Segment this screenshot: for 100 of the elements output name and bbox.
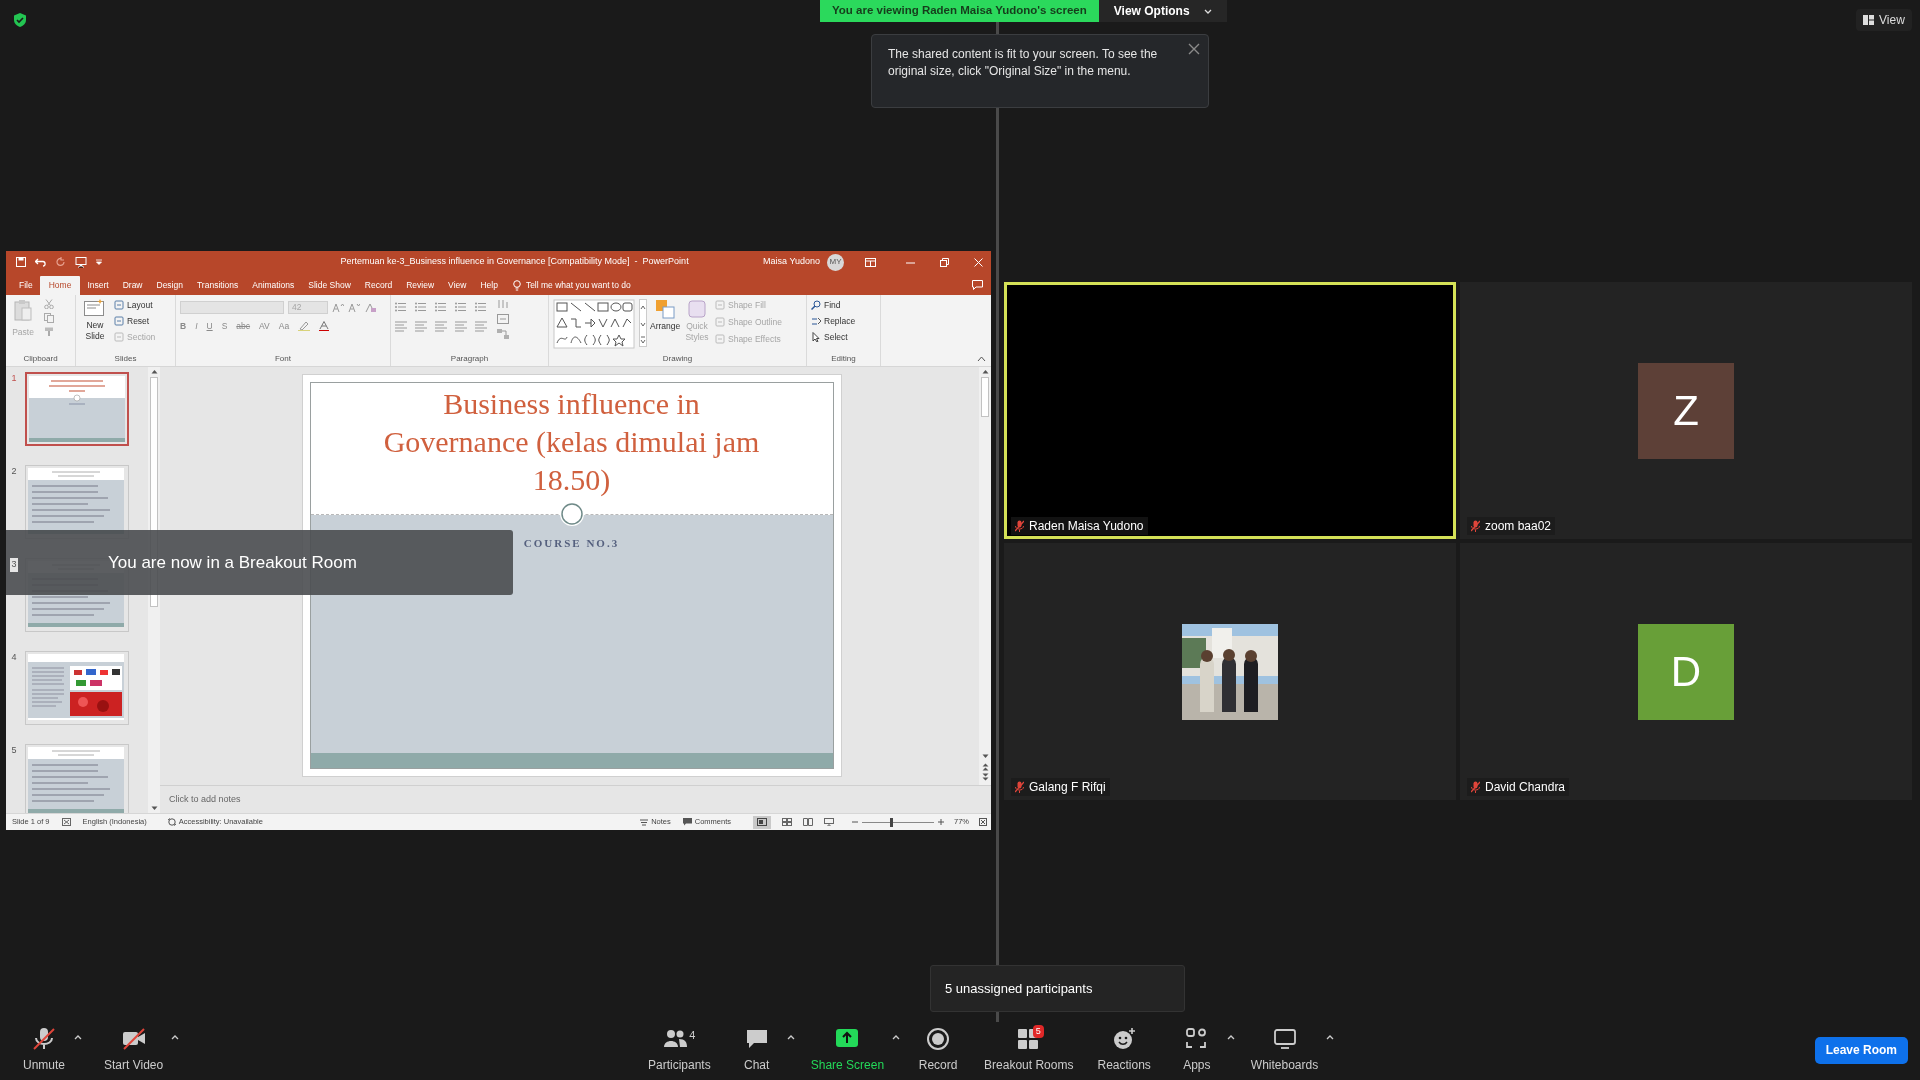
format-button[interactable]: I bbox=[195, 320, 198, 333]
caret-up-icon[interactable] bbox=[171, 1034, 180, 1040]
ribbon-display-icon[interactable] bbox=[865, 257, 876, 267]
format-button[interactable]: Aa bbox=[278, 320, 290, 333]
ribbon-tab[interactable]: Slide Show bbox=[301, 276, 358, 295]
ribbon-tab[interactable]: Transitions bbox=[189, 276, 246, 295]
close-icon[interactable] bbox=[1188, 43, 1200, 55]
slide-thumbnail[interactable] bbox=[25, 744, 129, 813]
participant-name: Raden Maisa Yudono bbox=[1029, 518, 1144, 535]
toolbar-button[interactable]: 5 Breakout Rooms bbox=[976, 1026, 1082, 1074]
quick-styles-icon bbox=[687, 299, 707, 319]
shrink-font-icon[interactable] bbox=[348, 302, 360, 313]
ribbon-button[interactable]: Reset bbox=[114, 314, 156, 328]
toolbar-button[interactable]: Start Video bbox=[96, 1026, 172, 1074]
presentation-icon[interactable] bbox=[75, 256, 87, 268]
list-icon[interactable] bbox=[455, 302, 467, 313]
fit-slide-icon[interactable] bbox=[979, 818, 987, 826]
toolbar-button[interactable]: Record bbox=[908, 1026, 969, 1074]
shape-format-icon bbox=[715, 300, 725, 311]
caret-up-icon[interactable] bbox=[74, 1034, 82, 1040]
ribbon-tab[interactable]: View bbox=[441, 276, 474, 295]
reading-view-icon[interactable] bbox=[803, 818, 813, 826]
grow-font-icon[interactable] bbox=[332, 302, 344, 313]
window-title: Pertemuan ke-3_Business influence in Governance [Compatibility Mode] - PowerPoint bbox=[339, 255, 690, 269]
toolbar-button[interactable]: 4 Participants bbox=[640, 1026, 719, 1074]
ribbon-button[interactable]: Layout bbox=[114, 299, 156, 312]
ribbon-group-label: Paragraph bbox=[449, 353, 490, 365]
ribbon-button[interactable]: Find bbox=[811, 299, 856, 312]
slide-title: Business influence in Governance (kelas dimulai jam 18.50) bbox=[382, 386, 761, 498]
caret-up-icon[interactable] bbox=[1226, 1034, 1235, 1040]
layout-icon bbox=[114, 316, 124, 327]
ribbon-button[interactable]: Select bbox=[811, 330, 856, 344]
toolbar-button[interactable]: Share Screen bbox=[802, 1026, 893, 1074]
ribbon-group-label: Clipboard bbox=[22, 353, 59, 365]
new-slide-button[interactable]: New Slide bbox=[80, 299, 110, 342]
slide-thumbnail[interactable] bbox=[25, 372, 129, 446]
undo-icon[interactable] bbox=[35, 257, 47, 267]
sorter-view-icon[interactable] bbox=[782, 818, 792, 826]
format-button[interactable]: U bbox=[206, 320, 213, 333]
participant-name: Galang F Rifqi bbox=[1029, 779, 1106, 796]
shapes-gallery-drawing[interactable] bbox=[553, 299, 635, 349]
toolbar-button[interactable]: Apps bbox=[1166, 1026, 1227, 1074]
list-icon[interactable] bbox=[435, 302, 447, 313]
scroll-arrows-icon[interactable] bbox=[639, 299, 647, 347]
ribbon-tab[interactable]: Help bbox=[473, 276, 505, 295]
user-avatar: MY bbox=[827, 253, 844, 271]
font-color-icon[interactable] bbox=[319, 321, 330, 332]
toolbar-button[interactable]: Reactions bbox=[1089, 1026, 1159, 1074]
leave-room-button[interactable]: Leave Room bbox=[1814, 1036, 1908, 1064]
ribbon-tab[interactable]: Animations bbox=[245, 276, 302, 295]
format-button[interactable]: AV bbox=[259, 320, 270, 333]
next-slide-icon[interactable] bbox=[981, 773, 989, 781]
scrollbar[interactable] bbox=[979, 367, 991, 785]
list-icon[interactable] bbox=[395, 302, 407, 313]
arrange-icon bbox=[655, 299, 675, 319]
ribbon-tab[interactable]: Insert bbox=[80, 276, 116, 295]
participant-name: David Chandra bbox=[1485, 779, 1566, 796]
spelling-icon[interactable] bbox=[61, 818, 71, 826]
toolbar-button[interactable]: Whiteboards bbox=[1242, 1026, 1327, 1074]
ribbon-tab[interactable]: Record bbox=[357, 276, 400, 295]
customize-icon[interactable] bbox=[96, 259, 102, 265]
caret-up-icon[interactable] bbox=[1326, 1034, 1335, 1040]
font-name-field[interactable] bbox=[180, 301, 284, 314]
ribbon-tab[interactable]: Design bbox=[149, 276, 190, 295]
ribbon-tab[interactable]: Review bbox=[399, 276, 442, 295]
count-badge: 5 bbox=[1032, 1024, 1044, 1038]
previous-slide-icon[interactable] bbox=[981, 763, 989, 771]
tell-me-field[interactable]: Tell me what you want to do bbox=[512, 276, 631, 295]
align-text-icon[interactable] bbox=[497, 314, 509, 324]
view-options-button[interactable]: View Options bbox=[1098, 0, 1227, 22]
format-button[interactable]: abc bbox=[236, 320, 251, 333]
toolbar-button[interactable]: Unmute bbox=[14, 1026, 74, 1074]
ribbon-button[interactable]: Arrange bbox=[651, 299, 679, 332]
list-icon[interactable] bbox=[415, 302, 427, 313]
notes-placeholder[interactable]: Click to add notes bbox=[169, 792, 241, 807]
ribbon-tab[interactable]: Home bbox=[39, 276, 81, 295]
comment-icon bbox=[682, 818, 692, 826]
comment-icon[interactable] bbox=[972, 280, 983, 290]
restore-icon[interactable] bbox=[940, 257, 949, 267]
slide-thumbnail[interactable] bbox=[25, 651, 129, 725]
caret-up-icon[interactable] bbox=[892, 1034, 901, 1040]
format-button[interactable]: S bbox=[221, 320, 228, 333]
toolbar-button[interactable]: Chat bbox=[726, 1026, 787, 1074]
caret-up-icon[interactable] bbox=[786, 1034, 795, 1040]
ribbon-tab[interactable]: Draw bbox=[115, 276, 150, 295]
ribbon-button[interactable]: Replace bbox=[811, 314, 856, 328]
ribbon-tab[interactable]: File bbox=[12, 276, 40, 295]
zoom-slider-thumb[interactable] bbox=[889, 817, 893, 827]
scroll-thumb[interactable] bbox=[981, 377, 989, 417]
tooltip-text: The shared content is fit to your screen. To see the original size, click "Original Size" in the menu. bbox=[888, 46, 1159, 80]
save-icon[interactable] bbox=[16, 257, 26, 267]
collapse-ribbon-icon[interactable] bbox=[977, 356, 986, 362]
normal-view-icon[interactable] bbox=[757, 818, 767, 826]
highlight-icon[interactable] bbox=[298, 321, 311, 332]
redo-icon[interactable] bbox=[56, 257, 66, 267]
slideshow-view-icon[interactable] bbox=[824, 818, 834, 826]
view-button[interactable]: View bbox=[1856, 9, 1912, 31]
zoom-in-icon[interactable] bbox=[938, 819, 944, 825]
format-button[interactable]: B bbox=[180, 320, 187, 333]
list-icon[interactable] bbox=[475, 302, 487, 313]
